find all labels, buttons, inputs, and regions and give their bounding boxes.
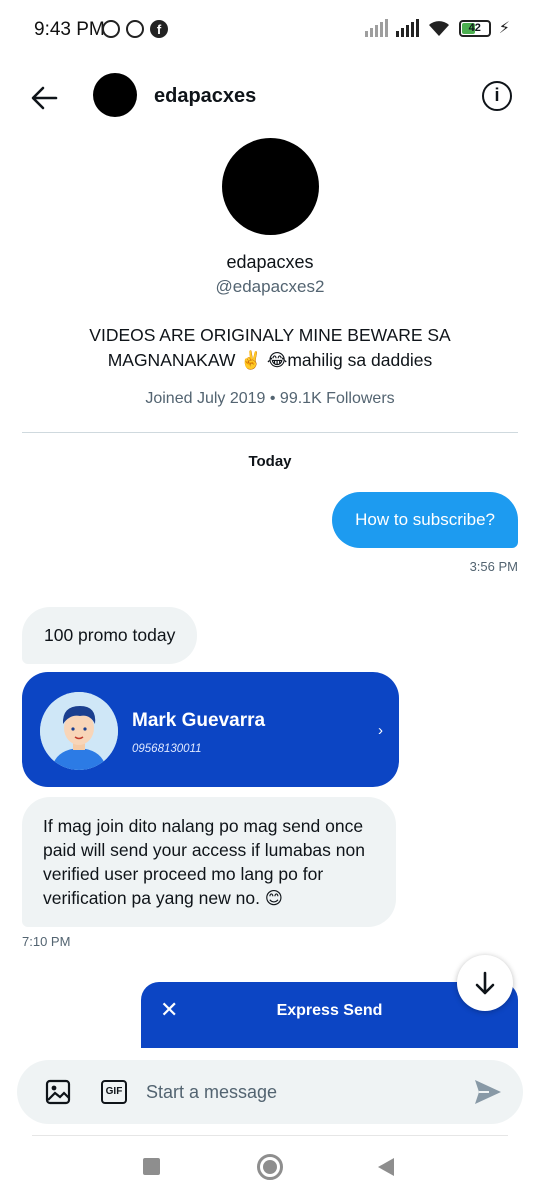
- message-timestamp: 3:56 PM: [469, 559, 518, 574]
- profile-avatar[interactable]: [221, 138, 319, 235]
- profile-handle: @edapacxes2: [215, 277, 325, 296]
- alarm-icon: [102, 20, 120, 38]
- info-icon[interactable]: i: [482, 81, 512, 111]
- signal-icon: [395, 19, 419, 37]
- avatar[interactable]: [93, 73, 137, 117]
- status-right-icons: 42 ⚡: [364, 18, 510, 38]
- scroll-to-bottom-button[interactable]: [457, 955, 513, 1011]
- message-bubble-incoming[interactable]: If mag join dito nalang po mag send once…: [22, 797, 396, 927]
- profile-display-name: edapacxes: [226, 252, 314, 272]
- chevron-right-icon: ›: [378, 722, 383, 739]
- status-bar: 9:43 PM f 42 ⚡: [0, 0, 540, 60]
- message-composer: GIF: [17, 1060, 523, 1124]
- facebook-icon: f: [150, 20, 168, 38]
- divider: [32, 1135, 508, 1136]
- send-icon[interactable]: [473, 1078, 503, 1106]
- recent-apps-button[interactable]: [143, 1158, 160, 1175]
- home-button[interactable]: [257, 1154, 283, 1180]
- status-time: 9:43 PM: [34, 19, 105, 40]
- day-label: Today: [248, 453, 292, 470]
- profile-summary: edapacxes @edapacxes2 VIDEOS ARE ORIGINA…: [0, 138, 540, 408]
- message-bubble-outgoing[interactable]: How to subscribe?: [332, 492, 518, 548]
- battery-icon: 42: [458, 19, 491, 37]
- contact-number: 09568130011: [132, 743, 202, 755]
- system-back-button[interactable]: [378, 1158, 394, 1176]
- signal-icon: [364, 19, 388, 37]
- conversation-header: edapacxes i: [0, 70, 540, 124]
- profile-meta: Joined July 2019 • 99.1K Followers: [145, 390, 395, 407]
- divider: [22, 432, 518, 433]
- header-title[interactable]: edapacxes: [154, 85, 256, 108]
- profile-bio: VIDEOS ARE ORIGINALY MINE BEWARE SA MAGN…: [89, 325, 451, 370]
- charging-icon: ⚡: [498, 20, 510, 37]
- contact-name: Mark Guevarra: [132, 710, 266, 731]
- contact-avatar: [40, 692, 118, 770]
- arrow-down-icon: [475, 971, 495, 995]
- message-input[interactable]: [146, 1079, 446, 1105]
- status-left-icons: f: [102, 20, 168, 38]
- arrow-left-icon[interactable]: [28, 82, 60, 114]
- message-timestamp: 7:10 PM: [22, 934, 71, 949]
- message-bubble-incoming[interactable]: 100 promo today: [22, 607, 198, 664]
- wifi-icon: [428, 21, 449, 36]
- image-icon[interactable]: [45, 1079, 71, 1105]
- contact-card[interactable]: Mark Guevarra 09568130011 ›: [22, 672, 399, 787]
- gif-button[interactable]: GIF: [101, 1080, 127, 1104]
- viber-icon: [126, 20, 144, 38]
- battery-level: 42: [468, 21, 481, 34]
